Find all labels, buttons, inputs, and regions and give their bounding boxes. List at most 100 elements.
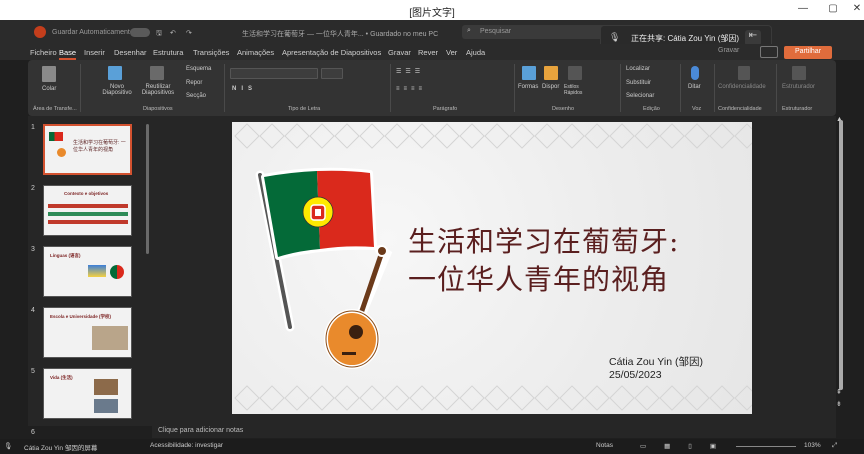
shapes-icon[interactable] [522,66,536,80]
list-buttons[interactable]: ☰☰☰ [396,68,424,75]
lace-motif [584,123,610,149]
font-size-select[interactable] [321,68,343,79]
window-title: [图片文字] [409,8,455,19]
new-slide-icon[interactable] [108,66,122,80]
accessibility-status[interactable]: Acessibilidade: investigar [150,442,223,449]
slide-thumbnail-2[interactable]: Contexto e objetivos [43,185,132,236]
save-icon[interactable]: 🖫 [156,29,162,40]
search-box[interactable]: ⌕ Pesquisar [462,25,622,39]
lace-motif [284,123,310,149]
maximize-button[interactable]: ▢ [826,3,840,17]
slide-title-line-1: 生活和学习在葡萄牙: [408,225,680,258]
scroll-down-page-icon[interactable]: ⇟ [836,400,842,408]
slide-thumbnail-1[interactable]: 生活和学习在葡萄牙: 一位华人青年的视角 [43,124,132,175]
reuse-slides-label[interactable]: Reutilizar Diapositivos [136,84,180,96]
thumb-image [94,379,118,395]
comments-button[interactable] [760,46,778,58]
tab-desenhar[interactable]: Desenhar [114,48,147,57]
thumb-image [94,399,118,413]
font-name-select[interactable] [230,68,318,79]
tab-inserir[interactable]: Inserir [84,48,105,57]
quick-styles-label[interactable]: Estilos Rápidos [564,84,592,96]
lace-motif [684,123,710,149]
notes-pane[interactable]: Clique para adicionar notas [152,426,836,438]
search-icon: ⌕ [467,27,471,34]
find-button[interactable]: Localizar [626,66,650,72]
arrange-icon[interactable] [544,66,558,80]
zoom-slider[interactable] [736,446,796,447]
lace-motif [684,385,710,411]
tab-apresentacao[interactable]: Apresentação de Diapositivos [282,48,381,57]
designer-icon[interactable] [792,66,806,80]
tab-base[interactable]: Base [59,48,77,60]
sensitivity-icon[interactable] [738,66,750,80]
group-paragraph-label: Parágrafo [433,106,458,112]
align-buttons[interactable]: ≡≡≡≡ [396,86,426,92]
lace-motif [634,385,660,411]
mic-muted-icon[interactable]: 🎙 [609,32,620,44]
current-slide[interactable]: 生活和学习在葡萄牙: 一位华人青年的视角 Cátia Zou Yin (邹因) … [232,122,752,414]
lace-motif [334,385,360,411]
tab-ficheiro[interactable]: Ficheiro [30,48,57,57]
reuse-slides-icon[interactable] [150,66,164,80]
paste-icon[interactable] [42,66,56,82]
arrange-label[interactable]: Dispor [542,84,559,90]
tab-rever[interactable]: Rever [418,48,438,57]
minimize-button[interactable]: — [796,3,810,17]
mic-icon[interactable]: 🎙 [4,442,12,450]
tab-animacoes[interactable]: Animações [237,48,274,57]
ribbon: Colar Área de Transfe... Novo Diapositiv… [28,60,836,116]
separator [390,64,391,112]
editor-scrollbar[interactable]: ▲ ⇞ ⇟ [836,116,864,426]
dictate-label[interactable]: Ditar [688,84,701,90]
font-format-buttons[interactable]: NIS [232,86,257,92]
thumb-title: Línguas (语言) [50,253,81,258]
redo-icon[interactable]: ↷ [186,29,192,37]
sensitivity-label[interactable]: Confidencialidade [718,84,766,90]
slide-thumbnail-3[interactable]: Línguas (语言) [43,246,132,297]
shapes-label[interactable]: Formas [518,84,538,90]
slide-thumbnail-5[interactable]: Vida (生活) [43,368,132,419]
select-button[interactable]: Selecionar [626,93,654,99]
lace-motif [509,385,535,411]
portuguese-guitar-illustration [324,245,393,369]
undo-icon[interactable]: ↶ [170,29,176,37]
thumbnails-scrollbar[interactable] [146,124,149,254]
separator [80,64,81,112]
quick-styles-icon[interactable] [568,66,582,80]
reset-button[interactable]: Repor [186,80,202,86]
section-button[interactable]: Secção [186,93,206,99]
tab-transicoes[interactable]: Transições [193,48,229,57]
lace-motif [709,385,735,411]
designer-label[interactable]: Estruturador [782,84,815,90]
new-slide-label[interactable]: Novo Diapositivo [100,84,134,96]
tab-ajuda[interactable]: Ajuda [466,48,485,57]
slide-date: 25/05/2023 [609,369,662,381]
fit-to-window-icon[interactable]: ⤢ [832,442,837,450]
lace-border-bottom [232,385,752,411]
notes-button[interactable]: Notas [596,442,613,449]
tab-estrutura[interactable]: Estrutura [153,48,183,57]
thumb-image [110,265,124,279]
autosave-toggle[interactable] [130,28,150,37]
zoom-level[interactable]: 103% [804,442,821,449]
lace-motif [734,123,752,149]
guitar-icon [57,148,66,157]
view-buttons[interactable]: ▭▦▯▣ [640,442,734,450]
microphone-icon[interactable] [691,66,699,80]
replace-button[interactable]: Substituir [626,80,651,86]
slide-thumbnail-4[interactable]: Escola e Universidade (学校) [43,307,132,358]
close-button[interactable]: ✕ [850,3,864,17]
record-button[interactable]: Gravar [718,47,739,54]
separator [620,64,621,112]
scroll-up-page-icon[interactable]: ⇞ [836,388,842,396]
layout-button[interactable]: Esquema [186,66,211,72]
slide-title[interactable]: 生活和学习在葡萄牙: 一位华人青年的视角 [408,223,738,299]
slide-thumbnails-pane: 1 生活和学习在葡萄牙: 一位华人青年的视角 2 Contexto e obje… [28,116,152,436]
share-button[interactable]: Partilhar [784,46,832,59]
tab-gravar[interactable]: Gravar [388,48,411,57]
share-banner-text: 正在共享: Cátia Zou Yin (邹因) [631,34,740,43]
slide-author-block[interactable]: Cátia Zou Yin (邹因) 25/05/2023 [609,356,703,382]
scrollbar-thumb[interactable] [839,120,843,390]
tab-ver[interactable]: Ver [446,48,457,57]
